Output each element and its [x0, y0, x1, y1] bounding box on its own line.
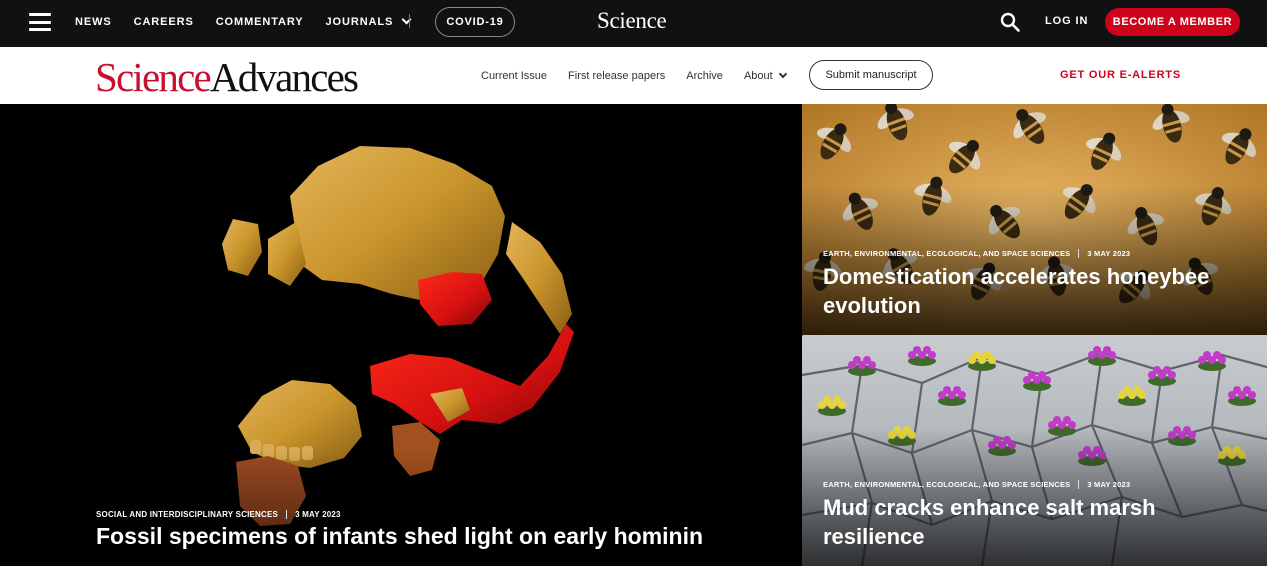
- article-date: 3 MAY 2023: [1087, 480, 1131, 489]
- article-category[interactable]: EARTH, ENVIRONMENTAL, ECOLOGICAL, AND SP…: [823, 249, 1070, 258]
- hero-article-meta: SOCIAL AND INTERDISCIPLINARY SCIENCES 3 …: [96, 510, 341, 519]
- logo-science-part: Science: [95, 54, 212, 100]
- article-date: 3 MAY 2023: [295, 510, 341, 519]
- meta-divider: [1078, 480, 1080, 489]
- nav-archive[interactable]: Archive: [686, 70, 723, 82]
- global-nav: NEWS CAREERS COMMENTARY JOURNALS: [75, 0, 432, 43]
- nav-link-commentary[interactable]: COMMENTARY: [216, 16, 304, 28]
- nav-divider: [409, 14, 410, 28]
- journal-header: ScienceAdvances Current Issue First rele…: [0, 47, 1267, 104]
- chevron-down-icon: [401, 14, 412, 25]
- science-logo[interactable]: Science: [597, 8, 667, 34]
- journal-nav: Current Issue First release papers Archi…: [481, 47, 807, 104]
- nav-first-release-papers[interactable]: First release papers: [568, 70, 665, 82]
- covid-19-button[interactable]: COVID-19: [435, 7, 515, 37]
- side-article-meta: EARTH, ENVIRONMENTAL, ECOLOGICAL, AND SP…: [823, 480, 1130, 489]
- side-article-title[interactable]: Mud cracks enhance salt marsh resilience: [823, 493, 1243, 551]
- side-article-title[interactable]: Domestication accelerates honeybee evolu…: [823, 262, 1243, 320]
- fossil-skull-image: [0, 104, 802, 566]
- hamburger-menu-icon[interactable]: [29, 13, 51, 31]
- meta-divider: [1078, 249, 1080, 258]
- hero-article[interactable]: SOCIAL AND INTERDISCIPLINARY SCIENCES 3 …: [0, 104, 802, 566]
- side-article-meta: EARTH, ENVIRONMENTAL, ECOLOGICAL, AND SP…: [823, 249, 1130, 258]
- meta-divider: [286, 510, 288, 519]
- chevron-down-icon: [778, 69, 787, 78]
- article-date: 3 MAY 2023: [1087, 249, 1131, 258]
- login-link[interactable]: LOG IN: [1045, 15, 1088, 27]
- search-icon[interactable]: [1000, 12, 1020, 32]
- nav-link-journals-label: JOURNALS: [325, 15, 394, 28]
- global-top-bar: NEWS CAREERS COMMENTARY JOURNALS COVID-1…: [0, 0, 1267, 47]
- side-article-card[interactable]: EARTH, ENVIRONMENTAL, ECOLOGICAL, AND SP…: [802, 335, 1267, 566]
- nav-link-news[interactable]: NEWS: [75, 16, 112, 28]
- article-category[interactable]: SOCIAL AND INTERDISCIPLINARY SCIENCES: [96, 510, 278, 519]
- nav-about[interactable]: About: [743, 69, 787, 82]
- hero-article-title[interactable]: Fossil specimens of infants shed light o…: [96, 522, 703, 551]
- article-category[interactable]: EARTH, ENVIRONMENTAL, ECOLOGICAL, AND SP…: [823, 480, 1070, 489]
- nav-link-careers[interactable]: CAREERS: [134, 16, 194, 28]
- side-article-card[interactable]: EARTH, ENVIRONMENTAL, ECOLOGICAL, AND SP…: [802, 104, 1267, 335]
- become-member-button[interactable]: BECOME A MEMBER: [1105, 8, 1240, 36]
- e-alerts-link[interactable]: GET OUR E-ALERTS: [1060, 69, 1181, 81]
- nav-link-journals[interactable]: JOURNALS: [325, 14, 412, 28]
- nav-about-label: About: [743, 69, 773, 82]
- science-advances-logo[interactable]: ScienceAdvances: [95, 54, 359, 100]
- submit-manuscript-button[interactable]: Submit manuscript: [809, 60, 933, 90]
- nav-current-issue[interactable]: Current Issue: [481, 70, 547, 82]
- logo-advances-part: Advances: [209, 54, 359, 100]
